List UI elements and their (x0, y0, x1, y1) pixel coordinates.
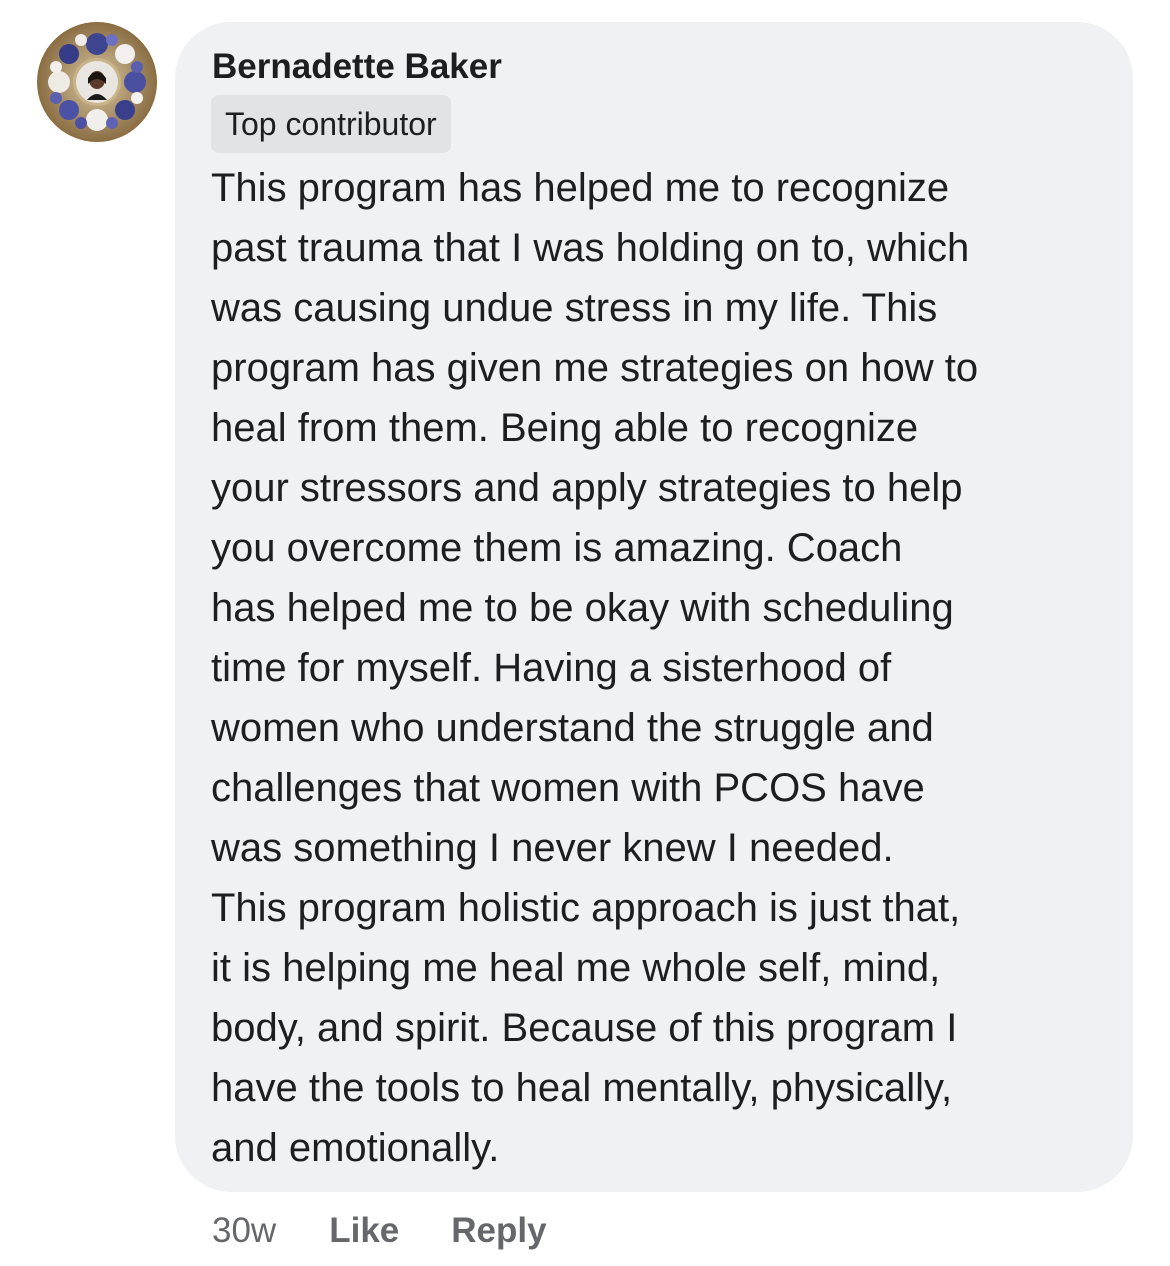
comment-timestamp[interactable]: 30w (212, 1211, 276, 1251)
comment-actions: 30w Like Reply (212, 1203, 547, 1259)
avatar-image (37, 22, 157, 142)
reply-button[interactable]: Reply (451, 1211, 546, 1251)
comment-bubble: Bernadette Baker Top contributor This pr… (175, 22, 1133, 1192)
top-contributor-badge: Top contributor (211, 95, 451, 153)
avatar[interactable] (37, 22, 157, 142)
comment-author-name[interactable]: Bernadette Baker (212, 47, 502, 87)
like-button[interactable]: Like (329, 1211, 399, 1251)
comment-text: This program has helped me to recognize … (211, 166, 979, 1170)
